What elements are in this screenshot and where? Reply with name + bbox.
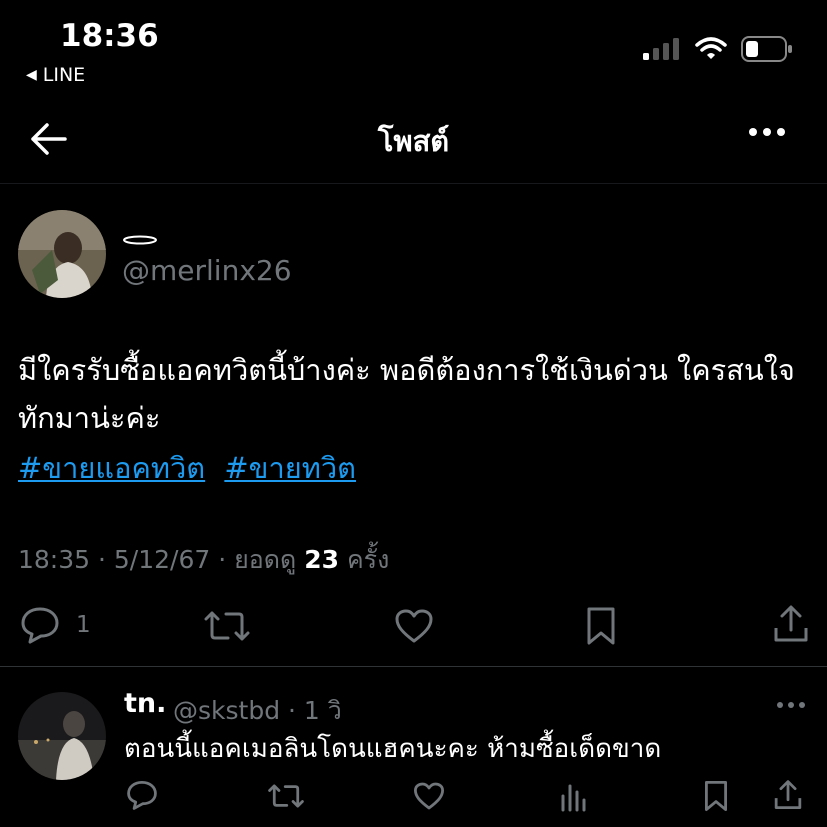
post-hashtags: #ขายแอคทวิต #ขายทวิต — [18, 445, 366, 491]
cellular-signal-icon — [643, 38, 679, 60]
bookmark-icon[interactable] — [585, 606, 617, 646]
reply-author-name[interactable]: tn. — [124, 688, 166, 719]
hashtag-link[interactable]: #ขายแอคทวิต — [18, 451, 205, 485]
share-icon[interactable] — [772, 604, 810, 644]
reply-bookmark-icon[interactable] — [703, 780, 729, 812]
post-divider — [0, 666, 827, 667]
like-heart-icon[interactable] — [394, 608, 434, 644]
reply-views-chart-icon[interactable] — [560, 782, 588, 812]
status-time: 18:36 — [60, 18, 159, 54]
back-to-app-link[interactable]: ◀ LINE — [26, 64, 85, 86]
post-timestamp: 18:35 · 5/12/67 · ยอดดู — [18, 545, 297, 574]
reply-icon[interactable] — [20, 606, 60, 644]
reply-like-heart-icon[interactable] — [413, 781, 445, 811]
status-icons — [643, 36, 793, 62]
back-app-label: LINE — [42, 64, 86, 86]
battery-icon — [741, 36, 792, 62]
author-handle[interactable]: @merlinx26 — [122, 254, 292, 287]
reply-author-handle[interactable]: @skstbd · 1 วิ — [173, 691, 342, 731]
display-name-halo-icon — [123, 235, 157, 245]
reply-count: 1 — [76, 612, 91, 638]
author-avatar-image — [18, 210, 106, 298]
view-count: 23 — [304, 545, 339, 574]
hashtag-link[interactable]: #ขายทวิต — [224, 451, 356, 485]
reply-author-avatar[interactable] — [18, 692, 106, 780]
post-meta: 18:35 · 5/12/67 · ยอดดู 23 ครั้ง — [18, 540, 389, 580]
reply-share-icon[interactable] — [773, 779, 803, 811]
wifi-icon — [695, 37, 727, 59]
author-avatar[interactable] — [18, 210, 106, 298]
view-suffix: ครั้ง — [346, 545, 390, 574]
repost-icon[interactable] — [204, 609, 250, 643]
post-text: มีใครรับซื้อแอคทวิตนี้บ้างค่ะ พอดีต้องกา… — [18, 353, 795, 435]
back-triangle-icon: ◀ — [26, 67, 37, 83]
reply-avatar-image — [18, 692, 106, 780]
reply-reply-icon[interactable] — [126, 780, 158, 810]
page-title: โพสต์ — [377, 124, 450, 158]
reply-repost-icon[interactable] — [268, 782, 304, 810]
reply-more-icon[interactable] — [777, 702, 805, 708]
reply-text: ตอนนี้แอคเมอลินโดนแฮคนะคะ ห้ามซื้อเด็ดขา… — [124, 734, 662, 764]
more-options-icon[interactable] — [749, 128, 785, 136]
header-divider — [0, 183, 827, 184]
